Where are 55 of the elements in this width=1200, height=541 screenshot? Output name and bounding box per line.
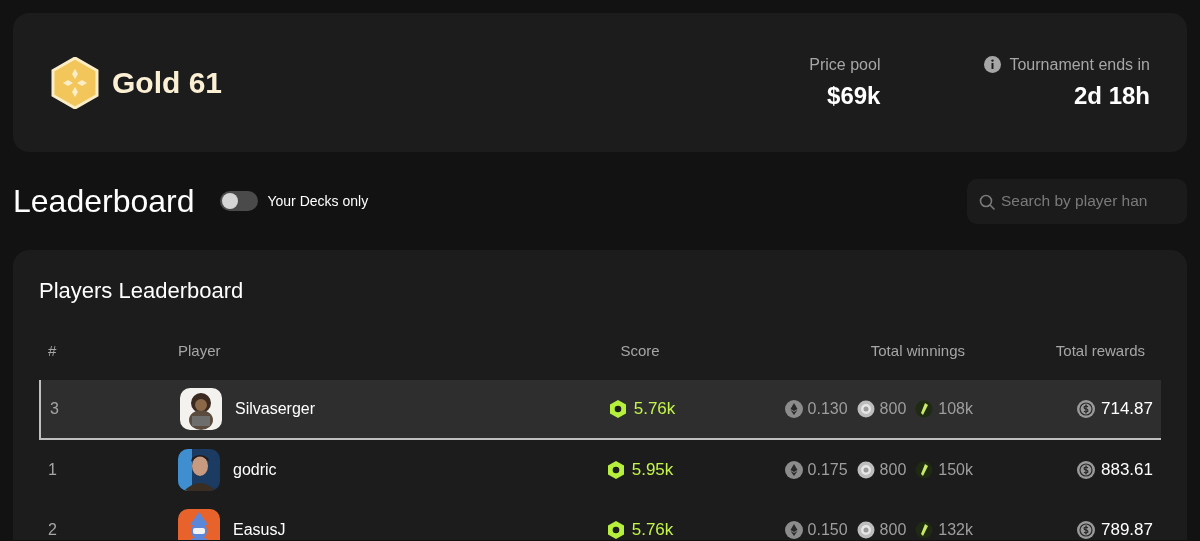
- winnings-value: 800: [879, 521, 907, 539]
- toggle-label: Your Decks only: [267, 193, 369, 209]
- rank-number: 3: [50, 400, 60, 418]
- winnings-value: 108k: [938, 400, 973, 418]
- column-header: Score: [619, 341, 661, 359]
- winnings-value: 150k: [938, 461, 973, 479]
- rewards-value: 714.87: [1101, 399, 1153, 419]
- section-title: Leaderboard: [13, 182, 195, 220]
- toggle-switch[interactable]: [220, 191, 259, 211]
- rank-number: 1: [48, 461, 58, 479]
- tournament-name: Gold 61: [112, 65, 223, 100]
- hexagon-icon: [608, 399, 627, 419]
- table-row[interactable]: 1 godric 5.95k 0.175 800 150k 883.61: [39, 440, 1161, 500]
- score-value: 5.76k: [633, 399, 676, 419]
- stat-value: $69k: [827, 81, 881, 110]
- gem-icon: [915, 400, 934, 418]
- eth-icon: [784, 400, 803, 418]
- gem-icon: [915, 461, 934, 479]
- winnings-value: 0.175: [807, 461, 848, 479]
- hexagon-icon: [606, 460, 625, 480]
- column-header: Total rewards: [1054, 341, 1146, 359]
- dollar-coin-icon: [1077, 521, 1095, 539]
- dollar-coin-icon: [1077, 461, 1095, 479]
- column-header: #: [48, 341, 58, 359]
- stat-label: Tournament ends in: [1009, 55, 1150, 74]
- rank-number: 2: [48, 521, 58, 539]
- coin-icon: [856, 521, 875, 539]
- winnings-value: 800: [879, 400, 907, 418]
- search-field[interactable]: Search by player han: [967, 178, 1187, 224]
- player-name: EasusJ: [233, 521, 286, 539]
- eth-icon: [784, 461, 803, 479]
- column-header: Total winnings: [869, 341, 966, 359]
- winnings-value: 0.130: [807, 400, 848, 418]
- player-name: Silvaserger: [235, 400, 316, 418]
- stat-value: 2d 18h: [1073, 81, 1150, 110]
- hexagon-logo-icon: [51, 56, 99, 109]
- table-row[interactable]: 2 EasusJ 5.76k 0.150 800 132k 789.87: [39, 500, 1161, 540]
- stat-label: Price pool: [809, 55, 881, 74]
- coin-icon: [856, 461, 875, 479]
- card-title: Players Leaderboard: [39, 278, 245, 304]
- rewards-value: 789.87: [1101, 520, 1153, 540]
- winnings-value: 132k: [938, 521, 973, 539]
- rewards-value: 883.61: [1101, 460, 1153, 480]
- column-header: Player: [178, 341, 222, 359]
- score-value: 5.76k: [631, 520, 674, 540]
- dollar-coin-icon: [1077, 400, 1095, 418]
- winnings-value: 800: [879, 461, 907, 479]
- eth-icon: [784, 521, 803, 539]
- score-value: 5.95k: [631, 460, 674, 480]
- gem-icon: [915, 521, 934, 539]
- winnings-value: 0.150: [807, 521, 848, 539]
- player-name: godric: [233, 461, 277, 479]
- table-row[interactable]: 3 Silvaserger 5.76k 0.130 800 108k 714.87: [39, 380, 1161, 440]
- search-icon: [979, 193, 995, 210]
- coin-icon: [856, 400, 875, 418]
